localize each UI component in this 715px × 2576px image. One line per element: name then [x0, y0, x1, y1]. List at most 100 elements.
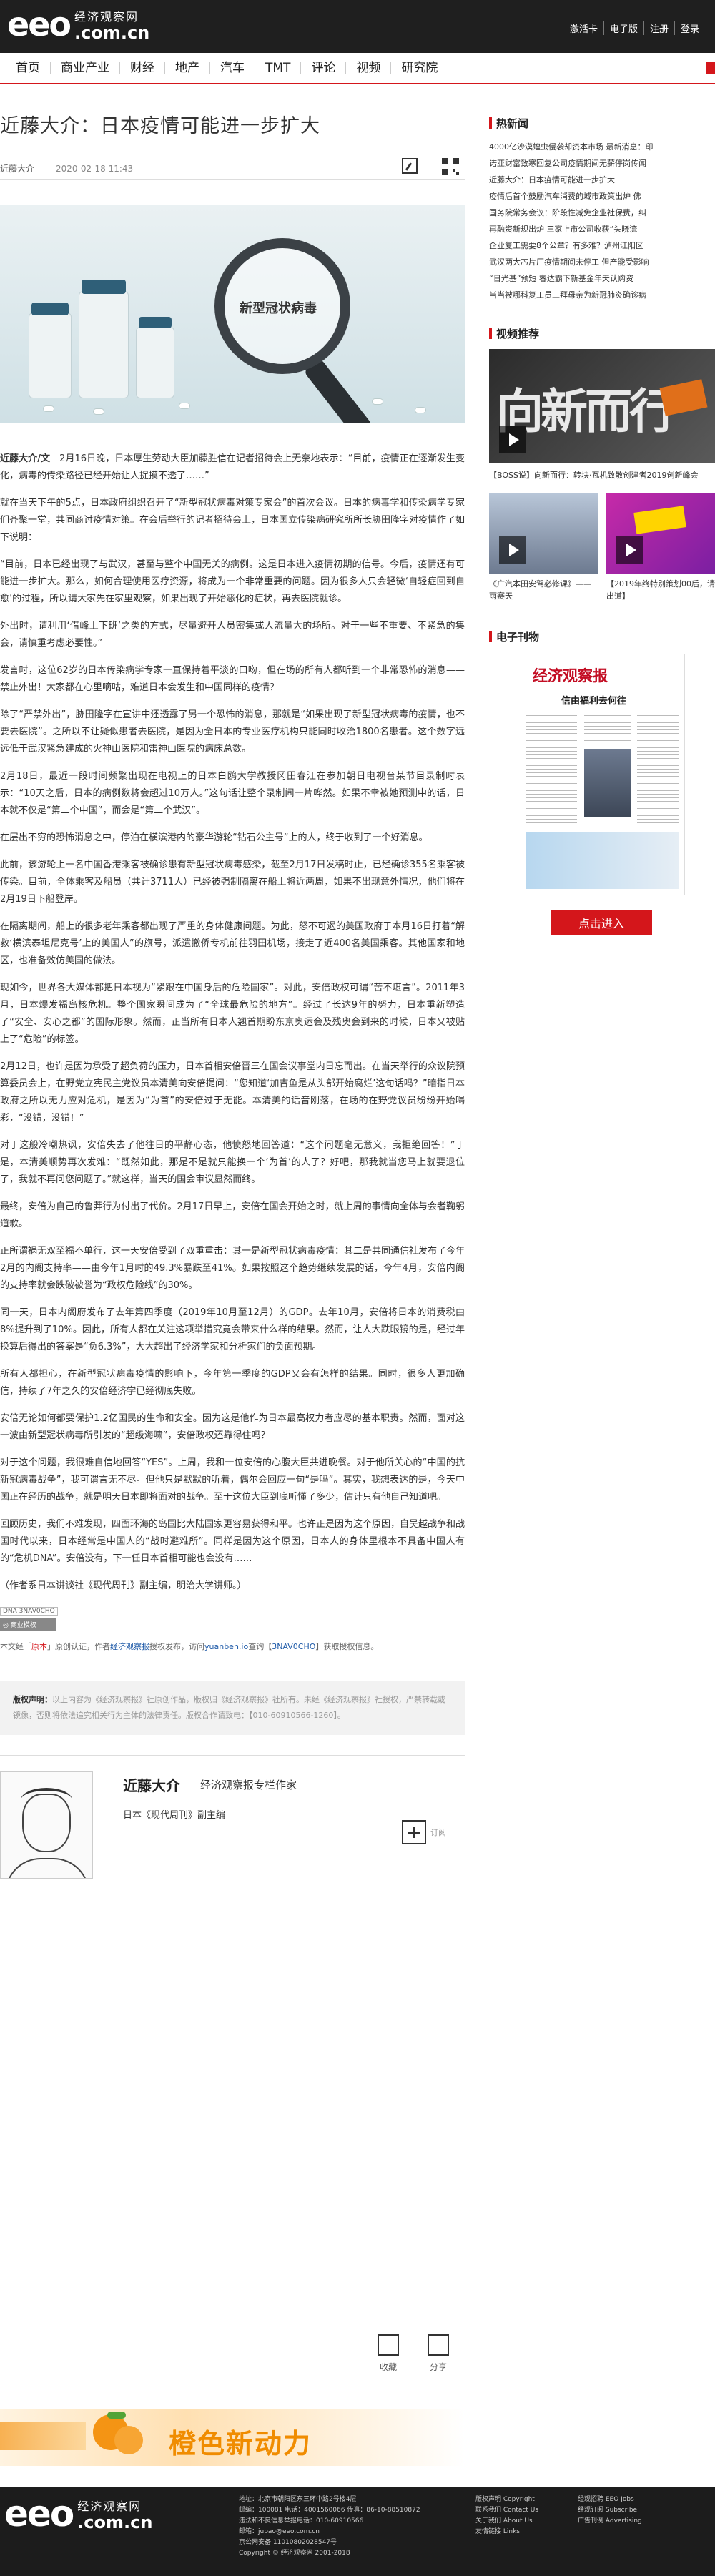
source-code-link[interactable]: 3NAV0CHO	[272, 1642, 315, 1651]
nav-item-tmt[interactable]: TMT	[255, 62, 300, 74]
hot-news-item[interactable]: 武汉两大芯片厂疫情期间未停工 但产能受影响	[489, 254, 704, 270]
hot-news-header: 热新闻	[489, 114, 704, 132]
video-card[interactable]: 《广汽本田安驾必修课》——雨赛天	[489, 493, 598, 602]
article-actions: 收藏 分享	[378, 2334, 449, 2373]
epaper-cover[interactable]: 经济观察报 信由福利去何往	[518, 654, 685, 895]
hot-news-item[interactable]: 当当被哪科复工员工拜母亲为新冠肺炎确诊病	[489, 287, 704, 303]
hot-news-item[interactable]: “日光基”预短 睿达霸下新基金年天认购资	[489, 270, 704, 287]
article-meta: 近藤大介 2020-02-18 11:43	[0, 158, 465, 180]
author-avatar[interactable]	[0, 1771, 93, 1879]
share-icon	[428, 2334, 449, 2356]
qr-code-icon[interactable]	[442, 158, 459, 175]
yuanben-url-link[interactable]: yuanben.io	[204, 1642, 248, 1651]
article-paragraph: “目前，日本已经出现了与武汉，甚至与整个中国无关的病例。这是日本进入疫情初期的信…	[0, 559, 465, 604]
epaper-masthead: 经济观察报	[533, 667, 608, 684]
article-paragraph: 安倍无论如何都要保护1.2亿国民的生命和安全。因为这是他作为日本最高权力者应尽的…	[0, 1413, 465, 1441]
article-paragraph: 就在当天下午的5点，日本政府组织召开了“新型冠状病毒对策专家会”的首次会议。日本…	[0, 498, 465, 543]
article-paragraph: 在隔离期间，船上的很多老年乘客都出现了严重的身体健康问题。为此，怒不可遏的美国政…	[0, 921, 465, 966]
e-edition-link[interactable]: 电子版	[603, 21, 644, 35]
font-size-icon[interactable]	[402, 158, 418, 174]
nav-item-commentary[interactable]: 评论	[300, 62, 345, 74]
play-icon[interactable]	[616, 536, 644, 564]
footer-link[interactable]: 广告刊例 Advertising	[578, 2516, 642, 2527]
hot-news-item[interactable]: 再融资新规出炉 三家上市公司收获“头晓流	[489, 221, 704, 237]
video-caption[interactable]: 《广汽本田安驾必修课》——雨赛天	[489, 578, 598, 602]
nav-red-tab[interactable]	[706, 62, 715, 74]
article-body: 近藤大介/文 2月16日晚，日本厚生劳动大臣加藤胜信在记者招待会上无奈地表示：“…	[0, 451, 465, 1595]
author-card-name[interactable]: 近藤大介	[123, 1774, 180, 1795]
video-main-caption[interactable]: 【BOSS说】向新而行：转块·瓦机致敬创建者2019创新峰会	[489, 469, 704, 482]
nav-item-auto[interactable]: 汽车	[209, 62, 255, 74]
video-card[interactable]: 【2019年终特别策划00后，请出道】	[606, 493, 715, 602]
copyright-notice: 版权声明：以上内容为《经济观察报》社原创作品，版权归《经济观察报》社所有。未经《…	[0, 1681, 465, 1735]
footer: eeo 经济观察网 .com.cn 地址：北京市朝阳区东三环中路2号楼4层 邮编…	[0, 2487, 715, 2576]
epaper-enter-button[interactable]: 点击进入	[551, 910, 652, 935]
footer-link[interactable]: 联系我们 Contact Us	[475, 2505, 538, 2516]
activate-card-link[interactable]: 激活卡	[564, 21, 603, 35]
logo-cn-text: 经济观察网	[74, 10, 139, 24]
footer-link[interactable]: 版权声明 Copyright	[475, 2494, 538, 2505]
author-note: （作者系日本讲谈社《现代周刊》副主编，明治大学讲师。）	[0, 1580, 247, 1591]
site-logo[interactable]: eeo 经济观察网 .com.cn	[7, 7, 149, 41]
login-link[interactable]: 登录	[674, 21, 705, 35]
footer-link[interactable]: 经观招聘 EEO Jobs	[578, 2494, 642, 2505]
epaper-headline: 信由福利去何往	[561, 696, 627, 707]
footer-links-secondary: 经观招聘 EEO Jobs 经观订阅 Subscribe 广告刊例 Advert…	[578, 2494, 642, 2527]
article-paragraph: 对于这般冷嘲热讽，安倍失去了他往日的平静心态，他愤怒地回答道：“这个问题毫无意义…	[0, 1140, 465, 1185]
article-paragraph: 正所谓祸无双至福不单行，这一天安倍受到了双重重击：其一是新型冠状病毒疫情：其二是…	[0, 1246, 465, 1291]
sidebar: 热新闻 4000亿沙漠蝗虫侵袭却资本市场 最新消息：印 诺亚财富致寒回复公司疫情…	[489, 114, 715, 935]
subscribe-button[interactable]: 订阅	[402, 1820, 446, 1844]
author-card: 近藤大介 经济观察报专栏作家 日本《现代周刊》副主编 订阅	[0, 1755, 465, 1891]
article-paragraph: 2月12日，也许是因为承受了超负荷的压力，日本首相安倍晋三在国会议事堂内日忘而出…	[0, 1061, 465, 1124]
copyright-text: 以上内容为《经济观察报》社原创作品，版权归《经济观察报》社所有。未经《经济观察报…	[13, 1695, 445, 1720]
video-header: 视频推荐	[489, 325, 704, 342]
hot-news-list: 4000亿沙漠蝗虫侵袭却资本市场 最新消息：印 诺亚财富致寒回复公司疫情期间无薪…	[489, 139, 704, 303]
article-author[interactable]: 近藤大介	[0, 162, 34, 174]
video-thumbnail[interactable]	[489, 493, 598, 574]
plus-icon	[402, 1820, 426, 1844]
article-hero-image: 新型冠状病毒	[0, 205, 465, 423]
nav-item-institute[interactable]: 研究院	[390, 62, 448, 74]
hero-image-label: 新型冠状病毒	[240, 301, 317, 316]
footer-logo[interactable]: eeo 经济观察网 .com.cn	[4, 2496, 152, 2532]
dna-tag: DNA 3NAV0CHO	[0, 1607, 58, 1616]
dna-tag-badge[interactable]: ◎ 商业模权	[0, 1618, 56, 1631]
play-icon[interactable]	[499, 426, 526, 453]
hot-news-item[interactable]: 诺亚财富致寒回复公司疫情期间无薪停岗传闻	[489, 155, 704, 172]
footer-link[interactable]: 友情链接 Links	[475, 2527, 538, 2537]
register-link[interactable]: 注册	[643, 21, 674, 35]
nav-item-video[interactable]: 视频	[345, 62, 390, 74]
nav-item-home[interactable]: 首页	[6, 62, 50, 74]
share-label: 分享	[429, 2362, 447, 2372]
article-paragraph: 现如今，世界各大媒体都把日本视为“紧跟在中国身后的危险国家”。对此，安倍政权可谓…	[0, 983, 465, 1045]
hot-news-item[interactable]: 近藤大介：日本疫情可能进一步扩大	[489, 172, 704, 188]
collect-button[interactable]: 收藏	[378, 2334, 399, 2373]
article-paragraph: 2月18日，最近一段时间频繁出现在电视上的日本白鸥大学教授冈田春江在参加朝日电视…	[0, 771, 465, 816]
article-paragraph: 外出时，请利用‘借峰上下班’之类的方式，尽量避开人员密集或人流量大的场所。对于一…	[0, 621, 465, 649]
epaper-header: 电子刊物	[489, 628, 704, 645]
source-author-link[interactable]: 经济观察报	[110, 1642, 149, 1651]
yuanben-link[interactable]: 原本	[31, 1642, 47, 1651]
nav-item-realestate[interactable]: 地产	[164, 62, 209, 74]
share-button[interactable]: 分享	[428, 2334, 449, 2373]
ad-banner[interactable]: 橙色新动力	[0, 2409, 465, 2466]
footer-link[interactable]: 经观订阅 Subscribe	[578, 2505, 642, 2516]
source-line: 本文经「原本」原创认证，作者经济观察报授权发布，访问yuanben.io查询【3…	[0, 1642, 379, 1651]
footer-link[interactable]: 关于我们 About Us	[475, 2516, 538, 2527]
hot-news-item[interactable]: 疫情后首个鼓励汽车消费的城市政策出炉 佛	[489, 188, 704, 205]
star-icon	[378, 2334, 399, 2356]
article-paragraph: 对于这个问题，我很难自信地回答“YES”。上周，我和一位安倍的心腹大臣共进晚餐。…	[0, 1457, 465, 1503]
hot-news-item[interactable]: 企业复工需要8个公章？有多难？泸州江阳区	[489, 237, 704, 254]
nav-item-finance[interactable]: 财经	[119, 62, 164, 74]
video-caption[interactable]: 【2019年终特别策划00后，请出道】	[606, 578, 715, 602]
hot-news-item[interactable]: 国务院常务会议：阶段性减免企业社保费，纠	[489, 205, 704, 221]
main-nav: 首页 商业产业 财经 地产 汽车 TMT 评论 视频 研究院	[0, 53, 715, 84]
play-icon[interactable]	[499, 536, 526, 564]
video-main-thumbnail[interactable]: 向新而行	[489, 349, 715, 463]
video-thumbnail[interactable]	[606, 493, 715, 574]
nav-item-business[interactable]: 商业产业	[50, 62, 119, 74]
hot-news-item[interactable]: 4000亿沙漠蝗虫侵袭却资本市场 最新消息：印	[489, 139, 704, 155]
article-date: 2020-02-18 11:43	[56, 163, 134, 174]
article-paragraph: 同一天，日本内阁府发布了去年第四季度（2019年10月至12月）的GDP。去年1…	[0, 1307, 465, 1352]
collect-label: 收藏	[379, 2362, 397, 2372]
